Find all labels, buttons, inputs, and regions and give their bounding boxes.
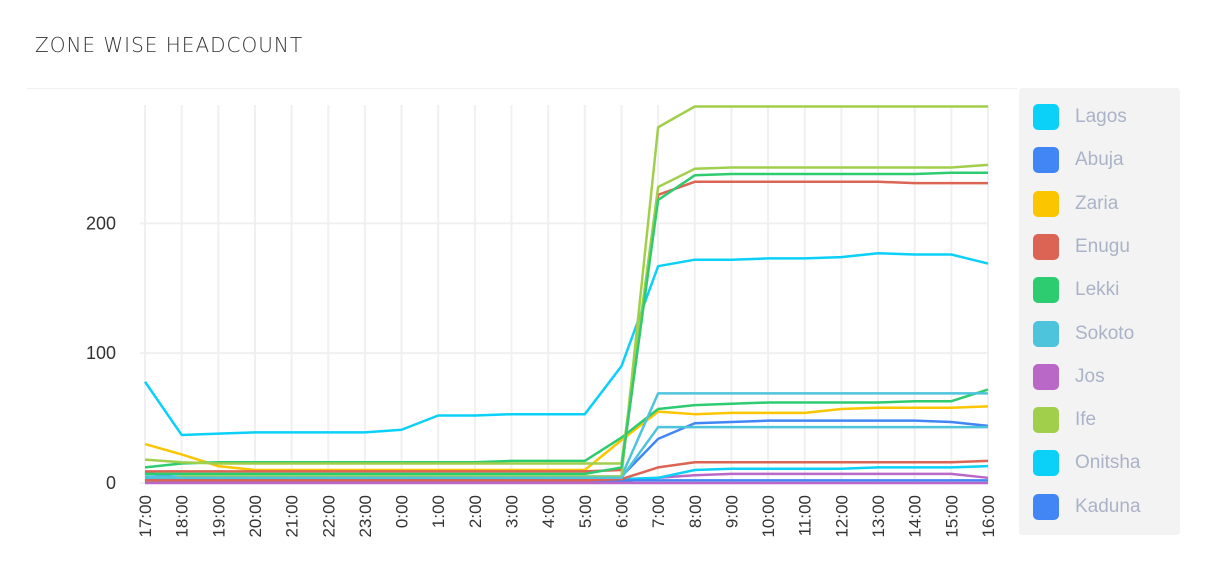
- x-tick-label: 1:00: [429, 495, 448, 528]
- legend-item-sokoto[interactable]: Sokoto: [1033, 320, 1135, 347]
- legend-label: Zaria: [1075, 192, 1119, 214]
- x-tick-label: 12:00: [832, 495, 851, 538]
- series-line-unnamed: [144, 163, 989, 465]
- x-tick-label: 19:00: [209, 495, 228, 538]
- legend-label: Lagos: [1075, 106, 1127, 127]
- legend-swatch: [1033, 450, 1059, 477]
- legend-swatch: [1033, 147, 1059, 174]
- legend-label: Enugu: [1075, 235, 1130, 257]
- x-tick-label: 13:00: [869, 495, 888, 538]
- x-tick-label: 0:00: [393, 495, 412, 528]
- legend-swatch: [1033, 407, 1059, 434]
- legend-item-ife[interactable]: Ife: [1033, 407, 1097, 434]
- legend-item-lekki[interactable]: Lekki: [1033, 277, 1120, 304]
- x-tick-label: 9:00: [722, 495, 741, 528]
- x-tick-label: 23:00: [356, 495, 375, 538]
- x-tick-label: 3:00: [503, 495, 522, 528]
- legend[interactable]: Lagos Abuja Zaria Enugu Lekki Sokoto Jos Ife Oni…: [1019, 88, 1180, 535]
- legend-item-enugu[interactable]: Enugu: [1033, 233, 1130, 260]
- y-tick-label: 200: [86, 213, 116, 233]
- x-tick-label: 4:00: [539, 495, 558, 528]
- legend-label: Abuja: [1075, 149, 1124, 171]
- x-tick-label: 17:00: [136, 495, 155, 538]
- legend-label: Kaduna: [1075, 495, 1141, 517]
- x-tick-label: 8:00: [686, 495, 705, 528]
- legend-swatch: [1033, 233, 1059, 260]
- x-tick-label: 15:00: [942, 495, 961, 538]
- legend-item-zaria[interactable]: Zaria: [1033, 190, 1119, 217]
- legend-item-abuja[interactable]: Abuja: [1033, 147, 1124, 174]
- x-tick-label: 7:00: [649, 495, 668, 528]
- legend-item-onitsha[interactable]: Onitsha: [1033, 450, 1141, 477]
- legend-label: Jos: [1075, 365, 1105, 387]
- legend-swatch: [1033, 363, 1059, 390]
- legend-label: Ife: [1075, 409, 1097, 431]
- legend-swatch: [1033, 190, 1059, 217]
- x-tick-label: 11:00: [796, 495, 815, 536]
- legend-item-lagos[interactable]: Lagos: [1033, 104, 1127, 130]
- legend-item-jos[interactable]: Jos: [1033, 363, 1105, 390]
- legend-label: Lekki: [1075, 279, 1120, 301]
- x-tick-label: 6:00: [612, 495, 631, 528]
- legend-label: Sokoto: [1075, 322, 1135, 344]
- y-tick-label: 100: [86, 343, 116, 363]
- series-line-unnamed: [145, 171, 988, 476]
- x-tick-label: 5:00: [576, 495, 595, 528]
- x-tick-label: 21:00: [283, 495, 302, 538]
- legend-label: Onitsha: [1075, 452, 1141, 474]
- x-tick-label: 16:00: [979, 495, 998, 538]
- legend-swatch: [1033, 277, 1059, 304]
- x-tick-label: 20:00: [246, 495, 265, 538]
- legend-swatch: [1033, 493, 1059, 520]
- x-tick-label: 14:00: [906, 495, 925, 538]
- x-tick-label: 18:00: [173, 495, 192, 538]
- x-tick-label: 22:00: [319, 495, 338, 538]
- y-tick-label: 0: [106, 473, 116, 493]
- x-tick-label: 10:00: [759, 495, 778, 538]
- series-line-lekki: [144, 388, 989, 469]
- legend-item-kaduna[interactable]: Kaduna: [1033, 493, 1141, 520]
- x-tick-label: 2:00: [466, 495, 485, 528]
- legend-swatch: [1033, 104, 1059, 130]
- legend-swatch: [1033, 320, 1059, 347]
